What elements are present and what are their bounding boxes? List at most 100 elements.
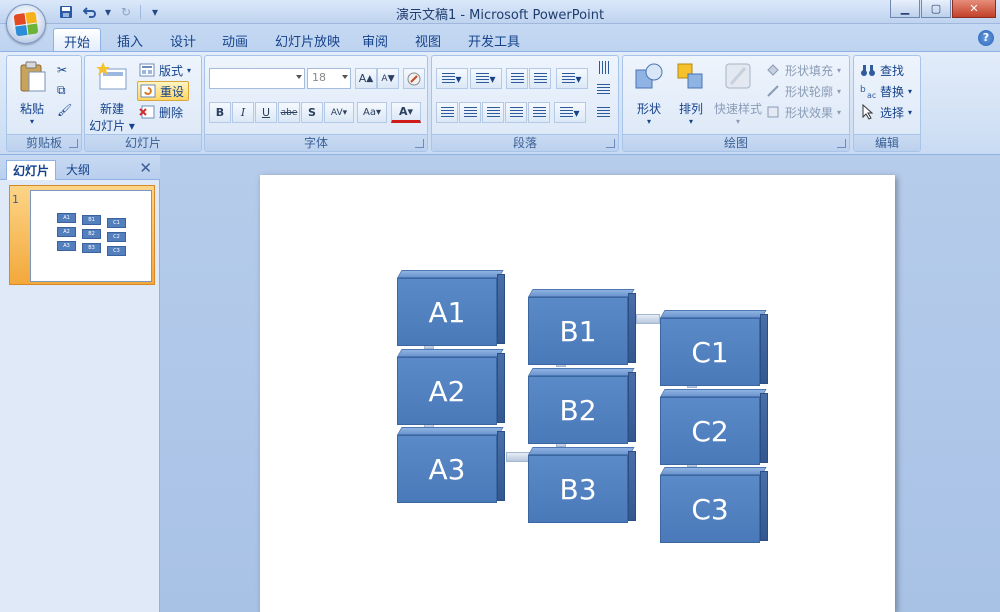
- diagram-block[interactable]: C1: [660, 310, 768, 390]
- text-direction-button[interactable]: [592, 58, 614, 76]
- block-label: C2: [660, 397, 760, 465]
- align-left-button[interactable]: [436, 102, 458, 123]
- slide-canvas[interactable]: A1 A2 A3 B1 B2 B3 C1 C2 C3: [260, 175, 895, 612]
- ribbon-tab-row: 开始 插入 设计 动画 幻灯片放映 审阅 视图 开发工具: [0, 24, 1000, 51]
- bullets-button[interactable]: ▾: [436, 68, 468, 89]
- text-shadow-button[interactable]: S: [301, 102, 323, 123]
- select-button[interactable]: 选择 ▾: [860, 102, 912, 122]
- shrink-font-button[interactable]: A ▼: [377, 68, 399, 89]
- grow-font-glyph: A: [358, 72, 367, 85]
- font-launcher-icon[interactable]: [415, 139, 424, 148]
- italic-button[interactable]: I: [232, 102, 254, 123]
- copy-icon[interactable]: ⧉: [57, 80, 66, 100]
- numbering-icon: [476, 73, 490, 84]
- slide-thumbnail[interactable]: A1 A2 A3 B1 B2 B3 C1 C2 C3: [30, 190, 152, 282]
- numbering-button[interactable]: ▾: [470, 68, 502, 89]
- layout-button[interactable]: 版式 ▾: [139, 60, 191, 80]
- paste-label: 粘贴: [19, 102, 44, 116]
- close-button[interactable]: ✕: [952, 0, 996, 18]
- drawing-group: 形状 ▾ 排列 ▾ 快速样式 ▾ 形状填充 ▾ 形状轮廓 ▾ 形状效果 ▾ 绘图: [622, 55, 850, 152]
- font-name-field[interactable]: [209, 68, 305, 89]
- underline-button[interactable]: U: [255, 102, 277, 123]
- tab-developer[interactable]: 开发工具: [458, 28, 530, 51]
- office-button[interactable]: [6, 4, 46, 44]
- align-right-button[interactable]: [482, 102, 504, 123]
- clipboard-launcher-icon[interactable]: [69, 139, 78, 148]
- shape-outline-label: 形状轮廓: [785, 84, 834, 99]
- change-case-button[interactable]: Aa ▾: [357, 102, 387, 123]
- drawing-launcher-icon[interactable]: [837, 139, 846, 148]
- tab-home[interactable]: 开始: [53, 28, 102, 51]
- block-label: B3: [528, 455, 628, 523]
- tab-outline-pane[interactable]: 大纲: [60, 160, 96, 180]
- format-painter-icon[interactable]: 🖌: [57, 100, 72, 120]
- slide-thumbnail-selected[interactable]: A1 A2 A3 B1 B2 B3 C1 C2 C3: [9, 185, 155, 285]
- select-label: 选择: [880, 105, 905, 120]
- slides-panel: 幻灯片 大纲 ✕ A1 A2 A3 B1 B2 B3 C1 C2 C3 1: [0, 155, 160, 612]
- diagram-block[interactable]: A1: [397, 270, 505, 350]
- slide-number: 1: [12, 193, 19, 206]
- shape-fill-button[interactable]: 形状填充 ▾: [765, 60, 841, 80]
- font-color-button[interactable]: A ▾: [391, 102, 421, 123]
- tab-slides-pane[interactable]: 幻灯片: [6, 160, 57, 180]
- clear-formatting-button[interactable]: [403, 68, 425, 89]
- tab-slideshow[interactable]: 幻灯片放映: [265, 28, 350, 51]
- shape-effects-button[interactable]: 形状效果 ▾: [765, 102, 841, 122]
- diagram-block[interactable]: C2: [660, 389, 768, 469]
- font-size-field[interactable]: 18: [307, 68, 351, 89]
- block-label: C3: [660, 475, 760, 543]
- character-spacing-button[interactable]: AV ▾: [324, 102, 354, 123]
- arrange-button[interactable]: 排列 ▾: [671, 60, 711, 126]
- maximize-button[interactable]: ▢: [921, 0, 951, 18]
- delete-slide-icon: [139, 105, 155, 119]
- replace-button[interactable]: b ac 替换 ▾: [860, 81, 912, 101]
- paste-button[interactable]: 粘贴 ▾: [13, 60, 51, 126]
- panel-tabs: 幻灯片 大纲 ✕: [0, 155, 160, 180]
- delete-slide-button[interactable]: 删除: [139, 102, 183, 122]
- line-spacing-button[interactable]: ▾: [556, 68, 588, 89]
- columns-button[interactable]: ▾: [554, 102, 586, 123]
- paragraph-launcher-icon[interactable]: [606, 139, 615, 148]
- shape-outline-button[interactable]: 形状轮廓 ▾: [765, 81, 841, 101]
- font-color-glyph: A: [398, 105, 408, 118]
- minimize-button[interactable]: ▁: [890, 0, 920, 18]
- smartart-convert-button[interactable]: [592, 102, 614, 123]
- find-button[interactable]: 查找: [860, 60, 904, 80]
- decrease-indent-button[interactable]: [506, 68, 528, 89]
- diagram-block[interactable]: C3: [660, 467, 768, 547]
- new-slide-button[interactable]: 新建 幻灯片 ▾: [87, 60, 137, 134]
- reset-button[interactable]: 重设: [137, 81, 190, 101]
- quick-styles-button[interactable]: 快速样式 ▾: [711, 60, 765, 126]
- block-label: A3: [397, 435, 497, 503]
- diagram-block[interactable]: B1: [528, 289, 636, 369]
- bold-button[interactable]: B: [209, 102, 231, 123]
- tab-design[interactable]: 设计: [160, 28, 206, 51]
- close-panel-icon[interactable]: ✕: [139, 159, 152, 177]
- paste-icon: [20, 61, 46, 92]
- justify-button[interactable]: [505, 102, 527, 123]
- select-cursor-icon: [862, 104, 874, 120]
- grow-font-button[interactable]: A ▲: [355, 68, 377, 89]
- tab-animations[interactable]: 动画: [212, 28, 258, 51]
- help-icon[interactable]: ?: [978, 30, 994, 46]
- tab-insert[interactable]: 插入: [107, 28, 153, 51]
- tab-review[interactable]: 审阅: [352, 28, 398, 51]
- clipboard-group: 粘贴 ▾ ✂ ⧉ 🖌 剪贴板: [6, 55, 82, 152]
- align-text-button[interactable]: [592, 80, 614, 98]
- diagram-block[interactable]: A2: [397, 349, 505, 429]
- increase-indent-button[interactable]: [529, 68, 551, 89]
- cut-icon[interactable]: ✂: [57, 60, 67, 80]
- diagram-block[interactable]: A3: [397, 427, 505, 507]
- diagram-block[interactable]: B3: [528, 447, 636, 527]
- align-center-button[interactable]: [459, 102, 481, 123]
- shape-effects-label: 形状效果: [785, 105, 834, 120]
- diagram-block[interactable]: B2: [528, 368, 636, 448]
- block-label: A2: [397, 357, 497, 425]
- paragraph-group: ▾ ▾ ▾ ▾ 段落: [431, 55, 619, 152]
- tab-view[interactable]: 视图: [405, 28, 451, 51]
- distributed-button[interactable]: [528, 102, 550, 123]
- shapes-icon: [635, 63, 663, 89]
- strikethrough-button[interactable]: abe: [278, 102, 300, 123]
- shape-fill-icon: [767, 64, 779, 76]
- shapes-button[interactable]: 形状 ▾: [629, 60, 669, 126]
